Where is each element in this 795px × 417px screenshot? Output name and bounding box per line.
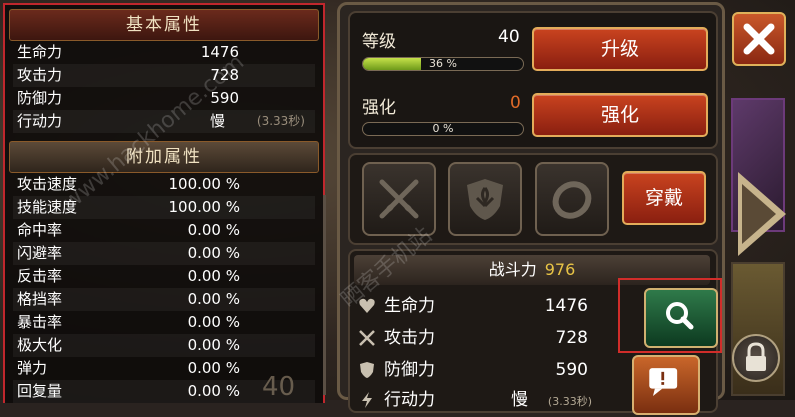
combat-stat-row: 攻击力 728 <box>358 323 588 353</box>
ring-icon <box>552 181 592 219</box>
combat-stat-label: 行动力 <box>384 390 435 410</box>
stat-row: 闪避率 0.00 % <box>13 242 315 265</box>
combat-stat-row: 行动力 慢 (3.33秒) <box>358 385 592 415</box>
magnifier-icon <box>666 302 694 330</box>
combat-stat-note: (3.33秒) <box>547 395 592 408</box>
stat-label: 生命力 <box>17 43 63 61</box>
stat-value: 0.00 % <box>187 267 240 285</box>
speech-bubble-icon <box>649 368 678 396</box>
stat-row: 技能速度 100.00 % <box>13 196 315 219</box>
stat-label: 弹力 <box>17 359 48 377</box>
stat-row: 反击率 0.00 % <box>13 265 315 288</box>
combat-power-value: 976 <box>544 260 576 279</box>
combat-stat-value: 590 <box>555 360 588 380</box>
stat-value: 100.00 % <box>168 175 240 193</box>
equip-button[interactable]: 穿戴 <box>622 171 706 225</box>
combat-stat-row: 生命力 1476 <box>358 291 588 321</box>
armor-slot[interactable] <box>448 162 522 236</box>
stat-value: 0.00 % <box>187 313 240 331</box>
stat-row: 攻击速度 100.00 % <box>13 173 315 196</box>
background-level-number: 40 <box>262 372 296 402</box>
stat-label: 命中率 <box>17 221 63 239</box>
close-icon <box>743 23 775 55</box>
stat-note: (3.33秒) <box>256 114 305 128</box>
combat-stat-value: 1476 <box>544 296 588 316</box>
level-progress-bar: 36 % <box>362 57 524 71</box>
stat-value: 0.00 % <box>187 336 240 354</box>
combat-stat-row: 防御力 590 <box>358 355 588 385</box>
level-progress-text: 36 % <box>429 57 457 70</box>
padlock-icon <box>746 342 766 371</box>
search-highlight <box>618 278 722 353</box>
combat-stat-value: 慢 <box>511 390 528 410</box>
stat-label: 暴击率 <box>17 313 63 331</box>
combat-stat-value: 728 <box>555 328 588 348</box>
stat-label: 行动力 <box>17 112 63 130</box>
stat-row: 暴击率 0.00 % <box>13 311 315 334</box>
enhance-label: 强化 <box>362 98 396 118</box>
combat-stat-label: 防御力 <box>384 360 435 380</box>
stat-row: 生命力 1476 <box>13 41 315 64</box>
stat-row: 格挡率 0.00 % <box>13 288 315 311</box>
stat-label: 格挡率 <box>17 290 63 308</box>
crossed-swords-icon <box>379 179 419 219</box>
stat-label: 防御力 <box>17 89 63 107</box>
swords-icon <box>359 330 375 346</box>
upgrade-button[interactable]: 升级 <box>532 27 708 71</box>
item-detail-panel: 等级 40 36 % 升级 强化 0 0 % 强化 穿戴 战斗力 976 生命力… <box>337 2 725 415</box>
stat-row: 攻击力 728 <box>13 64 315 87</box>
level-label: 等级 <box>362 32 396 52</box>
combat-power-label: 战斗力 <box>488 260 537 279</box>
attribute-panel: 基本属性 生命力 1476 攻击力 728 防御力 590 行动力 慢 (3.3… <box>3 3 326 403</box>
combat-stat-label: 生命力 <box>384 296 435 316</box>
chat-button[interactable] <box>632 355 700 415</box>
enhance-button[interactable]: 强化 <box>532 93 708 137</box>
enhance-progress-text: 0 % <box>432 122 454 135</box>
stat-value: 0.00 % <box>187 244 240 262</box>
fleur-shield-icon <box>467 179 503 220</box>
lightning-icon <box>362 392 372 408</box>
arrow-inner <box>742 184 776 244</box>
stat-label: 攻击力 <box>17 66 63 84</box>
stat-label: 极大化 <box>17 336 63 354</box>
base-attributes-header: 基本属性 <box>9 9 319 41</box>
stat-value: 0.00 % <box>187 290 240 308</box>
stat-label: 闪避率 <box>17 244 63 262</box>
stat-row: 极大化 0.00 % <box>13 334 315 357</box>
stat-value: 0.00 % <box>187 359 240 377</box>
stat-value: 100.00 % <box>168 198 240 216</box>
stat-value: 0.00 % <box>187 221 240 239</box>
shield-icon <box>360 362 374 378</box>
extra-attributes-header: 附加属性 <box>9 141 319 173</box>
combat-stat-label: 攻击力 <box>384 328 435 348</box>
close-button[interactable] <box>732 12 786 66</box>
stat-value: 慢 <box>209 112 225 130</box>
enhance-value: 0 <box>510 93 521 113</box>
stat-row: 命中率 0.00 % <box>13 219 315 242</box>
level-value: 40 <box>498 27 520 47</box>
stat-label: 反击率 <box>17 267 63 285</box>
enhance-progress-bar: 0 % <box>362 122 524 136</box>
scrollbar[interactable] <box>323 195 326 395</box>
weapon-slot[interactable] <box>362 162 436 236</box>
search-button[interactable] <box>644 288 718 348</box>
lock-button[interactable] <box>732 334 780 382</box>
accessory-slot[interactable] <box>535 162 609 236</box>
upgrade-section: 等级 40 36 % 升级 强化 0 0 % 强化 <box>348 11 718 149</box>
